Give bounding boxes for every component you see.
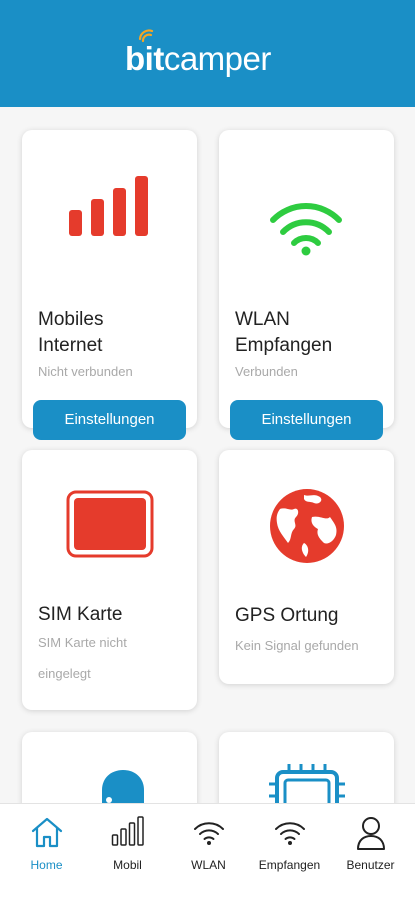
home-icon bbox=[31, 817, 62, 848]
globe-icon bbox=[270, 489, 344, 563]
tab-label: Mobil bbox=[113, 858, 142, 872]
card-title: Mobiles Internet bbox=[38, 309, 104, 356]
tab-empfangen[interactable]: Empfangen bbox=[248, 804, 331, 900]
app-logo: bitcamper bbox=[125, 40, 271, 77]
user-bubble-icon bbox=[102, 770, 144, 808]
card-title: GPS Ortung bbox=[235, 605, 339, 626]
card-title: SIM Karte bbox=[38, 604, 123, 625]
wifi-icon bbox=[274, 822, 305, 845]
signal-bars-icon bbox=[111, 816, 144, 846]
tab-home[interactable]: Home bbox=[5, 804, 88, 900]
settings-button-wlan[interactable]: Einstellungen bbox=[230, 400, 383, 440]
card-mobile-internet: Mobiles Internet Nicht verbunden Einstel… bbox=[22, 130, 197, 440]
bottom-tab-bar: Home Mobil WLAN Empfangen Benutzer bbox=[0, 803, 415, 900]
card-gps: GPS Ortung Kein Signal gefunden bbox=[219, 450, 394, 684]
status-text: Kein Signal gefunden bbox=[235, 638, 359, 653]
card-wlan-receive: WLAN Empfangen Verbunden Einstellungen bbox=[219, 130, 394, 440]
sim-card-icon bbox=[66, 490, 154, 558]
signal-bars-icon bbox=[69, 176, 148, 236]
tab-wlan[interactable]: WLAN bbox=[167, 804, 250, 900]
tab-mobil[interactable]: Mobil bbox=[86, 804, 169, 900]
card-title: WLAN Empfangen bbox=[235, 309, 333, 356]
app-header: bitcamper bbox=[0, 0, 415, 107]
tab-benutzer[interactable]: Benutzer bbox=[329, 804, 412, 900]
wifi-icon bbox=[193, 822, 224, 845]
tab-label: Home bbox=[30, 858, 63, 872]
tab-label: Benutzer bbox=[346, 858, 395, 872]
status-text: SIM Karte nicht eingelegt bbox=[38, 635, 127, 681]
status-text: Verbunden bbox=[235, 364, 298, 379]
app-screen: bitcamper Mobiles Internet Nicht verbund… bbox=[0, 0, 415, 900]
status-text: Nicht verbunden bbox=[38, 364, 133, 379]
tab-label: WLAN bbox=[191, 858, 226, 872]
wifi-icon bbox=[270, 203, 342, 256]
settings-button-mobile[interactable]: Einstellungen bbox=[33, 400, 186, 440]
user-icon bbox=[356, 817, 385, 850]
card-sim: SIM Karte SIM Karte nicht eingelegt bbox=[22, 450, 197, 710]
tab-label: Empfangen bbox=[258, 858, 321, 872]
